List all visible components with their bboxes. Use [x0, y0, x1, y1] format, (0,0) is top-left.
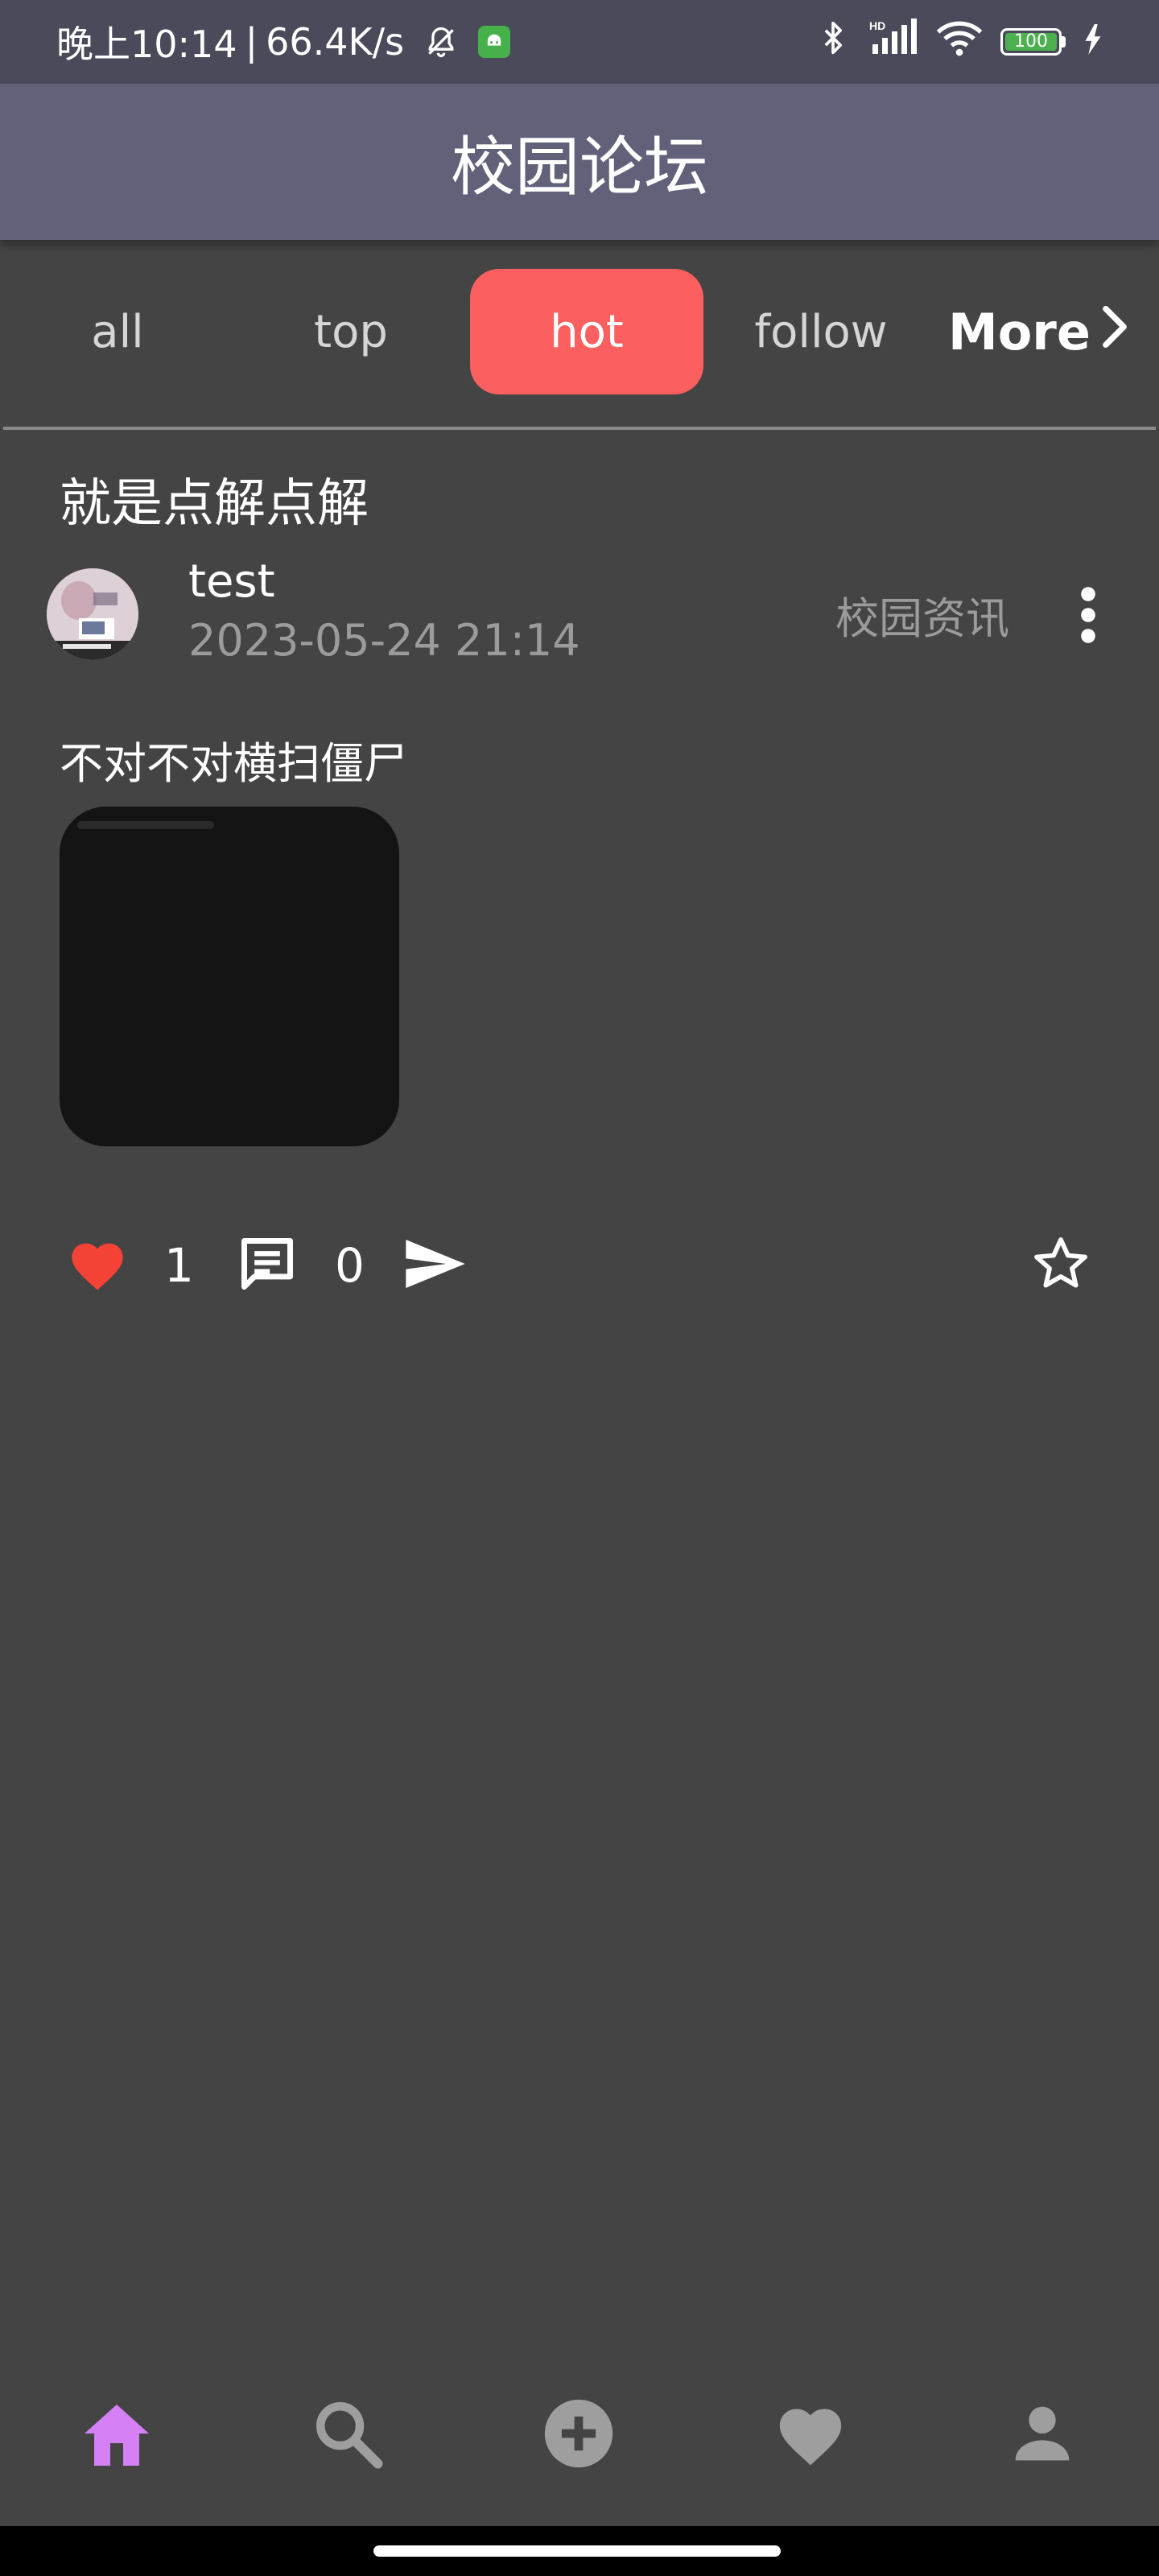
svg-text:HD: HD — [869, 19, 885, 32]
comment-button[interactable] — [233, 1224, 301, 1307]
status-time: 晚上10:14 — [56, 23, 237, 66]
network-speed: 66.4K/s — [266, 20, 405, 64]
chevron-right-icon — [1100, 303, 1129, 361]
like-button[interactable] — [64, 1224, 130, 1307]
image-loading-bar — [77, 821, 214, 829]
status-right: HD 100 — [815, 18, 1103, 66]
like-count: 1 — [164, 1238, 194, 1293]
post-title[interactable]: 就是点解点解 — [60, 462, 369, 536]
bottom-nav — [0, 2351, 1159, 2512]
favorite-button[interactable] — [1027, 1224, 1095, 1307]
nav-profile[interactable] — [998, 2391, 1087, 2479]
app-bar: 校园论坛 — [0, 84, 1159, 240]
android-app-icon — [478, 26, 511, 58]
avatar[interactable] — [47, 568, 138, 660]
more-vert-icon[interactable] — [1072, 583, 1104, 647]
tab-more-label: More — [948, 302, 1091, 361]
status-left: 晚上10:14 | 66.4K/s — [56, 15, 511, 68]
home-icon — [78, 2397, 155, 2473]
wifi-icon — [936, 19, 983, 66]
comment-icon — [237, 1233, 298, 1298]
battery-icon: 100 — [1000, 28, 1066, 56]
post-body: 不对不对横扫僵尸 — [60, 738, 407, 789]
tab-more-button[interactable]: More — [948, 269, 1129, 394]
tabs-divider — [3, 427, 1156, 430]
bluetooth-icon — [815, 19, 851, 66]
nav-search[interactable] — [303, 2391, 392, 2479]
tab-hot[interactable]: hot — [470, 269, 703, 394]
nav-favorites[interactable] — [766, 2391, 855, 2479]
nav-home[interactable] — [72, 2391, 161, 2479]
gesture-bar-area — [0, 2526, 1159, 2576]
post-date: 2023-05-24 21:14 — [188, 615, 580, 666]
comment-count: 0 — [335, 1238, 365, 1293]
heart-icon — [67, 1236, 128, 1295]
tab-top[interactable]: top — [256, 269, 446, 394]
page-title: 校园论坛 — [451, 130, 708, 204]
battery-body: 100 — [1000, 28, 1062, 56]
status-separator: | — [245, 20, 258, 64]
charging-bolt-icon — [1083, 20, 1103, 64]
author-name[interactable]: test — [188, 555, 275, 608]
battery-tip — [1062, 36, 1066, 47]
add-circle-icon — [542, 2396, 616, 2474]
search-icon — [311, 2397, 384, 2473]
person-icon — [1010, 2401, 1074, 2469]
post-image[interactable] — [60, 807, 399, 1146]
status-bar: 晚上10:14 | 66.4K/s HD 100 — [0, 0, 1159, 84]
home-gesture-pill[interactable] — [373, 2545, 781, 2557]
signal-icon: HD — [868, 18, 918, 66]
send-icon — [403, 1236, 468, 1294]
tab-follow[interactable]: follow — [724, 269, 918, 394]
category-tabs: all top hot follow More — [0, 240, 1159, 427]
battery-level: 100 — [1005, 33, 1057, 51]
tab-all[interactable]: all — [23, 269, 212, 394]
heart-icon — [773, 2400, 848, 2471]
mute-bell-icon — [423, 24, 459, 60]
post-actions: 1 0 — [0, 1224, 1159, 1307]
star-outline-icon — [1030, 1233, 1091, 1298]
nav-add[interactable] — [534, 2391, 623, 2479]
share-button[interactable] — [399, 1224, 472, 1307]
post-category[interactable]: 校园资讯 — [835, 583, 1009, 646]
